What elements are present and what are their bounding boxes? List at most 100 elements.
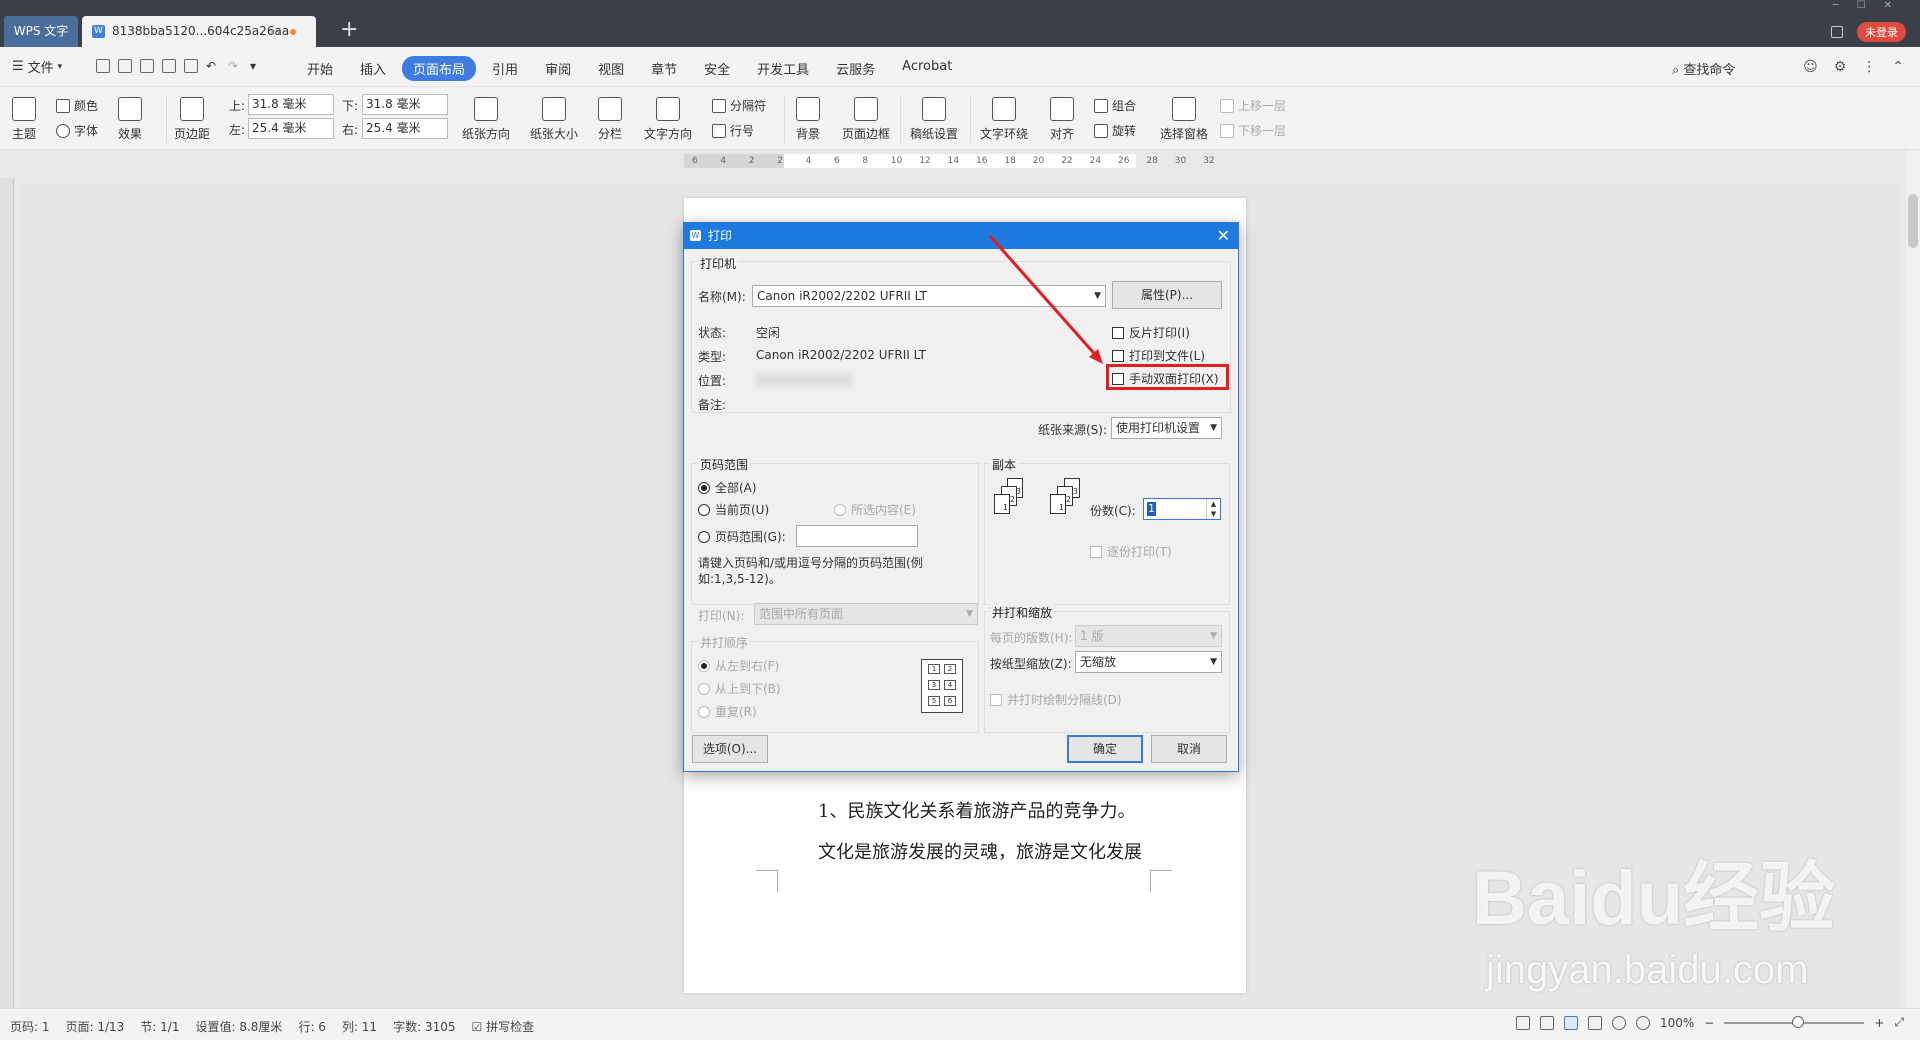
zoom-out-icon[interactable]: − (1704, 1016, 1714, 1030)
selection-radio[interactable]: 所选内容(E) (834, 501, 916, 518)
horizontal-ruler[interactable]: 6 4 2 2 4 6 8 10 12 14 16 18 20 22 24 26 28 30 32 (0, 150, 1920, 178)
top-margin-input[interactable]: 31.8 毫米 (248, 94, 334, 115)
copies-spinner[interactable]: 1 ▲ ▼ (1143, 498, 1221, 520)
new-tab-button[interactable]: + (340, 18, 358, 42)
tab-developer[interactable]: 开发工具 (746, 56, 820, 81)
file-menu[interactable]: ☰ 文件 ▾ (12, 57, 62, 76)
color-button[interactable]: 颜色 (56, 97, 98, 114)
bottom-margin-input[interactable]: 31.8 毫米 (362, 94, 448, 115)
left-margin-input[interactable]: 25.4 毫米 (248, 118, 334, 139)
text-direction-button[interactable]: 文字方向 (644, 97, 692, 142)
document-text-line[interactable]: 文化是旅游发展的灵魂，旅游是文化发展 (818, 838, 1142, 864)
column-status[interactable]: 列: 11 (342, 1018, 377, 1035)
vertical-scrollbar[interactable] (1906, 150, 1920, 1008)
scale-select[interactable]: 无缩放 ▼ (1075, 651, 1222, 673)
top-to-bottom-radio[interactable]: 从上到下(B) (698, 680, 781, 697)
printer-select[interactable]: Canon iR2002/2202 UFRII LT ▼ (752, 285, 1106, 307)
print-icon[interactable] (162, 59, 176, 73)
zoom-slider-knob[interactable] (1792, 1015, 1805, 1028)
reverse-print-checkbox[interactable]: 反片打印(I) (1112, 324, 1190, 341)
section-status[interactable]: 节: 1/1 (140, 1018, 179, 1035)
left-to-right-radio[interactable]: 从左到右(F) (698, 657, 779, 674)
tab-cloud[interactable]: 云服务 (825, 56, 886, 81)
right-margin-input[interactable]: 25.4 毫米 (362, 118, 448, 139)
tab-section[interactable]: 章节 (640, 56, 688, 81)
eye-protection-icon[interactable] (1635, 1015, 1650, 1030)
fullscreen-icon[interactable] (1515, 1015, 1530, 1030)
breaks-button[interactable]: 分隔符 (712, 97, 766, 114)
line-numbers-button[interactable]: 行号 (712, 122, 754, 139)
options-button[interactable]: 选项(O)... (692, 735, 768, 763)
zoom-in-icon[interactable]: + (1874, 1016, 1884, 1030)
more-icon[interactable]: ⋮ (1862, 59, 1876, 75)
cancel-button[interactable]: 取消 (1151, 735, 1227, 763)
document-text-line[interactable]: 1、民族文化关系着旅游产品的竞争力。 (818, 797, 1135, 823)
word-count-status[interactable]: 字数: 3105 (393, 1018, 455, 1035)
page-code-status[interactable]: 页码: 1 (10, 1018, 50, 1035)
tab-review[interactable]: 审阅 (534, 56, 582, 81)
outline-view-icon[interactable] (1587, 1015, 1602, 1030)
web-view-icon[interactable] (1611, 1015, 1626, 1030)
tab-page-layout[interactable]: 页面布局 (402, 56, 477, 81)
tab-references[interactable]: 引用 (481, 56, 529, 81)
paper-size-button[interactable]: 纸张大小 (530, 97, 578, 142)
tab-document[interactable]: W 8138bba5120...604c25a26aa ▭ (82, 16, 316, 47)
font-button[interactable]: 字体 (56, 122, 98, 139)
fit-page-icon[interactable]: ⤢ (1894, 1015, 1904, 1030)
read-mode-icon[interactable] (1539, 1015, 1554, 1030)
print-what-select[interactable]: 范围中所有页面 ▼ (754, 603, 978, 625)
bring-forward-button[interactable]: 上移一层 (1220, 97, 1286, 114)
tab-view[interactable]: 视图 (587, 56, 635, 81)
paper-source-select[interactable]: 使用打印机设置 ▼ (1111, 417, 1222, 439)
search-command[interactable]: ⌕ 查找命令 (1672, 59, 1735, 78)
spell-check-status[interactable]: ☑ 拼写检查 (471, 1018, 534, 1035)
draft-settings-button[interactable]: 稿纸设置 (910, 97, 958, 142)
current-page-radio[interactable]: 当前页(U) (698, 501, 769, 518)
login-button[interactable]: 未登录 (1857, 22, 1906, 42)
row-status[interactable]: 行: 6 (298, 1018, 326, 1035)
all-pages-radio[interactable]: 全部(A) (698, 479, 757, 496)
zoom-level[interactable]: 100% (1660, 1016, 1694, 1030)
gear-icon[interactable]: ⚙ (1834, 59, 1847, 75)
rotate-button[interactable]: 旋转 (1094, 122, 1136, 139)
monitor-icon[interactable]: ▭ (270, 16, 280, 47)
spinner-arrows-icon[interactable]: ▲ ▼ (1206, 499, 1220, 519)
save-icon[interactable] (118, 59, 132, 73)
ok-button[interactable]: 确定 (1067, 735, 1143, 763)
align-button[interactable]: 对齐 (1050, 97, 1074, 142)
tab-acrobat[interactable]: Acrobat (891, 56, 963, 81)
repeat-radio[interactable]: 重复(R) (698, 703, 757, 720)
tab-security[interactable]: 安全 (693, 56, 741, 81)
pages-per-sheet-select[interactable]: 1 版 ▼ (1075, 625, 1222, 647)
page-status[interactable]: 页面: 1/13 (66, 1018, 125, 1035)
wrap-text-button[interactable]: 文字环绕 (980, 97, 1028, 142)
undo-icon[interactable]: ↶ (206, 59, 220, 73)
print-to-file-checkbox[interactable]: 打印到文件(L) (1112, 347, 1205, 364)
redo-icon[interactable]: ↷ (228, 59, 242, 73)
close-icon[interactable]: ✕ (1217, 223, 1230, 249)
zoom-slider[interactable] (1724, 1015, 1865, 1028)
setting-status[interactable]: 设置值: 8.8厘米 (195, 1018, 282, 1035)
margins-button[interactable]: 页边距 (174, 97, 210, 142)
send-backward-button[interactable]: 下移一层 (1220, 122, 1286, 139)
window-controls[interactable]: ─☐✕ (1833, 0, 1910, 14)
page-range-input[interactable] (796, 525, 918, 547)
page-border-button[interactable]: 页面边框 (842, 97, 890, 142)
layout-icon[interactable] (1831, 26, 1843, 38)
orientation-button[interactable]: 纸张方向 (462, 97, 510, 142)
page-range-radio[interactable]: 页码范围(G): (698, 528, 786, 545)
export-pdf-icon[interactable] (140, 59, 154, 73)
tab-home[interactable]: 开始 (296, 56, 344, 81)
customize-icon[interactable]: ▾ (250, 59, 264, 73)
scrollbar-thumb[interactable] (1908, 194, 1918, 248)
theme-button[interactable]: 主题 (12, 97, 36, 142)
collapse-ribbon-icon[interactable]: ⌃ (1892, 59, 1904, 75)
open-icon[interactable] (96, 59, 110, 73)
tab-wps-home[interactable]: WPS 文字 (4, 16, 78, 47)
tab-insert[interactable]: 插入 (349, 56, 397, 81)
vertical-ruler[interactable] (0, 178, 14, 1008)
print-preview-icon[interactable] (184, 59, 198, 73)
background-button[interactable]: 背景 (796, 97, 820, 142)
group-button[interactable]: 组合 (1094, 97, 1136, 114)
draw-borders-checkbox[interactable]: 并打时绘制分隔线(D) (990, 691, 1122, 708)
